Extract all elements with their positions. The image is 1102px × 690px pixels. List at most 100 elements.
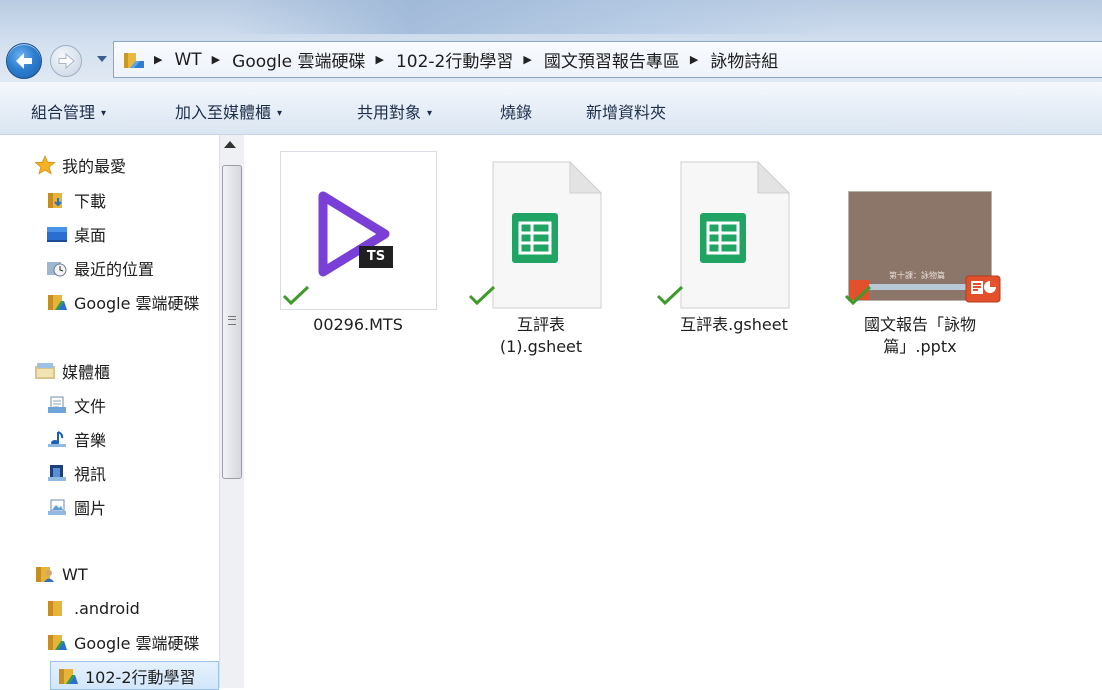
tree-item-desktop[interactable]: 桌面 <box>46 220 219 248</box>
tree-item-label: 媒體櫃 <box>62 363 111 382</box>
file-name-line2: (1).gsheet <box>499 337 583 356</box>
breadcrumb-separator[interactable]: ▶ <box>690 53 698 66</box>
chevron-down-icon: ▾ <box>427 108 433 119</box>
music-icon <box>46 429 68 449</box>
tree-item-label: 下載 <box>74 192 107 211</box>
file-name-line2: 篇」.pptx <box>883 337 957 356</box>
folder-location-icon <box>124 53 144 68</box>
pictures-icon <box>46 497 68 517</box>
tree-item-label: 102-2行動學習 <box>85 667 196 687</box>
tree-item-label: 圖片 <box>74 499 107 518</box>
tree-item-music[interactable]: 音樂 <box>46 425 219 453</box>
breadcrumb-separator[interactable]: ▶ <box>154 53 162 66</box>
google-sheets-icon <box>492 160 603 309</box>
file-name[interactable]: 互評表.gsheet <box>649 314 819 336</box>
navigation-pane: 我的最愛 下載 桌面 最近的位置 Google 雲端硬碟 媒體櫃 文件 音樂 視… <box>0 135 244 690</box>
breadcrumb-separator[interactable]: ▶ <box>376 53 384 66</box>
tree-item-documents[interactable]: 文件 <box>46 391 219 419</box>
address-field[interactable]: ▶ WT ▶ Google 雲端硬碟 ▶ 102-2行動學習 ▶ 國文預習報告專… <box>113 41 1102 78</box>
new-folder-button[interactable]: 新增資料夾 <box>586 99 666 123</box>
sync-check-icon <box>844 285 872 306</box>
tree-item-label: 桌面 <box>74 226 107 245</box>
forward-button[interactable] <box>50 45 82 77</box>
nav-pane-scrollbar[interactable] <box>219 135 244 688</box>
back-arrow-icon <box>16 53 32 69</box>
burn-button[interactable]: 燒錄 <box>500 99 532 123</box>
tree-item-videos[interactable]: 視訊 <box>46 459 219 487</box>
desktop-icon <box>46 224 68 244</box>
folder-icon <box>46 598 68 618</box>
tree-item-label: Google 雲端硬碟 <box>74 634 200 653</box>
tree-item-label: Google 雲端硬碟 <box>74 294 200 313</box>
ts-badge: TS <box>359 246 393 268</box>
google-drive-folder-icon <box>46 292 68 312</box>
file-name-line1: 互評表 <box>516 315 565 334</box>
libraries-icon <box>34 361 56 381</box>
tree-item-label: 最近的位置 <box>74 260 155 279</box>
breadcrumb-item-google-drive[interactable]: Google 雲端硬碟 <box>232 47 365 72</box>
file-item-gsheet[interactable] <box>680 160 791 309</box>
documents-icon <box>46 395 68 415</box>
share-with-label: 共用對象 <box>357 103 422 122</box>
forward-arrow-icon <box>58 52 75 70</box>
tree-item-pictures[interactable]: 圖片 <box>46 493 219 521</box>
slide-title-text: 第十課：詠物篇 <box>889 271 945 280</box>
burn-label: 燒錄 <box>500 103 533 122</box>
new-folder-label: 新增資料夾 <box>586 103 667 122</box>
add-to-library-label: 加入至媒體櫃 <box>175 103 272 122</box>
tree-item-downloads[interactable]: 下載 <box>46 186 219 214</box>
sync-check-icon <box>468 285 496 306</box>
breadcrumb-item-mobile-learning[interactable]: 102-2行動學習 <box>396 47 513 72</box>
organize-button[interactable]: 組合管理 ▾ <box>31 99 106 123</box>
chevron-down-icon: ▾ <box>277 108 283 119</box>
file-name-line1: 國文報告「詠物 <box>863 315 976 334</box>
scrollbar-thumb[interactable] <box>222 165 242 479</box>
add-to-library-button[interactable]: 加入至媒體櫃 ▾ <box>175 99 282 123</box>
google-drive-folder-icon <box>57 666 79 686</box>
scroll-up-arrow-icon[interactable] <box>224 141 236 148</box>
file-name[interactable]: 國文報告「詠物 篇」.pptx <box>835 314 1005 358</box>
powerpoint-icon <box>965 275 1001 303</box>
user-folder-icon <box>34 564 56 584</box>
google-drive-folder-icon <box>46 632 68 652</box>
google-sheets-icon <box>680 160 791 309</box>
star-icon <box>34 154 56 175</box>
breadcrumb-separator[interactable]: ▶ <box>212 53 220 66</box>
address-bar-region: ▶ WT ▶ Google 雲端硬碟 ▶ 102-2行動學習 ▶ 國文預習報告專… <box>0 0 1102 82</box>
organize-label: 組合管理 <box>31 103 96 122</box>
tree-item-label: 視訊 <box>74 465 107 484</box>
sync-check-icon <box>656 285 684 306</box>
tree-item-label: 文件 <box>74 397 107 416</box>
tree-item-google-drive[interactable]: Google 雲端硬碟 <box>46 628 219 656</box>
tree-item-google-drive-favorite[interactable]: Google 雲端硬碟 <box>46 288 219 316</box>
tree-item-user-wt[interactable]: WT <box>34 560 219 588</box>
tree-item-android[interactable]: .android <box>46 594 219 622</box>
videos-icon <box>46 463 68 483</box>
share-with-button[interactable]: 共用對象 ▾ <box>357 99 432 123</box>
file-item-gsheet-copy[interactable] <box>492 160 603 309</box>
tree-item-mobile-learning[interactable]: 102-2行動學習 <box>50 661 219 690</box>
breadcrumb-item-current-folder[interactable]: 詠物詩組 <box>710 47 778 72</box>
tree-item-label: 我的最愛 <box>62 157 127 176</box>
tree-item-favorites[interactable]: 我的最愛 <box>34 151 219 179</box>
file-name[interactable]: 00296.MTS <box>273 314 443 336</box>
downloads-folder-icon <box>46 190 68 210</box>
breadcrumb-item-chinese-reports[interactable]: 國文預習報告專區 <box>544 47 680 72</box>
recent-pages-dropdown-icon[interactable] <box>95 52 109 66</box>
command-bar: 組合管理 ▾ 加入至媒體櫃 ▾ 共用對象 ▾ 燒錄 新增資料夾 <box>0 82 1102 135</box>
grip-icon <box>228 316 236 325</box>
tree-item-label: WT <box>62 564 88 584</box>
tree-item-libraries[interactable]: 媒體櫃 <box>34 357 219 385</box>
tree-item-recent-places[interactable]: 最近的位置 <box>46 254 219 282</box>
file-list: TS 00296.MTS 互評表 (1).gsheet 互評表.gsheet 第… <box>244 135 1102 688</box>
chevron-down-icon: ▾ <box>101 108 107 119</box>
tree-item-label: .android <box>74 598 140 618</box>
recent-places-icon <box>46 258 68 278</box>
breadcrumb-separator[interactable]: ▶ <box>523 53 531 66</box>
breadcrumb-item-wt[interactable]: WT <box>174 50 201 70</box>
sync-check-icon <box>282 285 310 306</box>
breadcrumb: ▶ WT ▶ Google 雲端硬碟 ▶ 102-2行動學習 ▶ 國文預習報告專… <box>154 42 778 77</box>
file-name[interactable]: 互評表 (1).gsheet <box>456 314 626 358</box>
back-button[interactable] <box>6 43 42 79</box>
tree-item-label: 音樂 <box>74 431 107 450</box>
